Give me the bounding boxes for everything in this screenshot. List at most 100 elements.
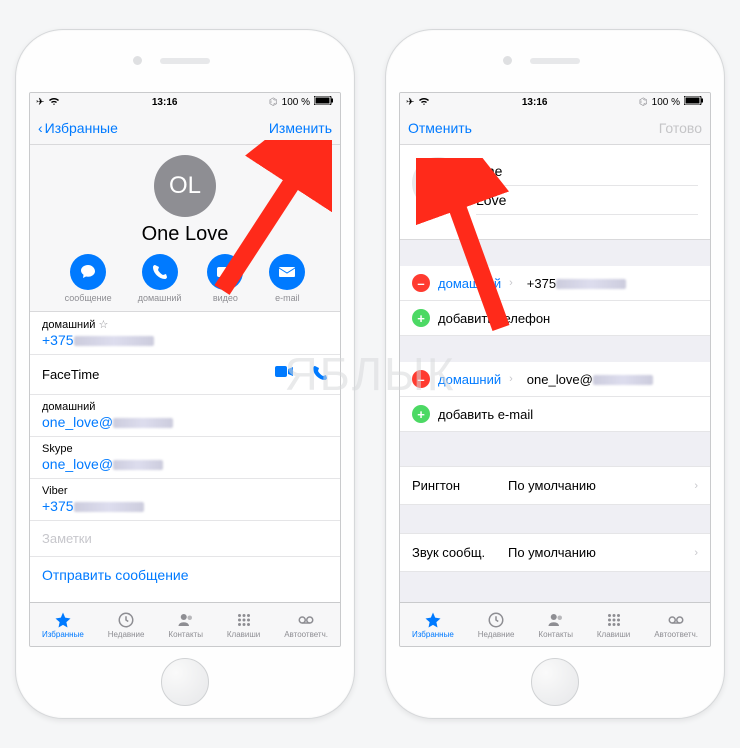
cell-label: Skype (42, 443, 328, 455)
action-call-label: домашний (138, 293, 182, 303)
chevron-left-icon: ‹ (38, 120, 43, 136)
phone-left: ✈ 13:16 ⌬ 100 % ‹ Избранные Изменить OL … (15, 29, 355, 719)
tab-keypad[interactable]: Клавиши (597, 611, 630, 639)
mail-icon (269, 254, 305, 290)
tab-contacts[interactable]: Контакты (168, 611, 203, 639)
tab-contacts[interactable]: Контакты (538, 611, 573, 639)
battery-text: 100 % (652, 97, 680, 108)
contact-name: One Love (30, 223, 340, 246)
remove-icon[interactable]: – (412, 370, 430, 388)
cancel-button[interactable]: Отменить (408, 120, 472, 136)
phone-right: ✈ 13:16 ⌬ 100 % Отменить Готово фото One … (385, 29, 725, 719)
cell-value: one_love@ (42, 456, 113, 472)
add-email-row[interactable]: + добавить e-mail (400, 397, 710, 432)
tab-favorites[interactable]: Избранные (412, 611, 454, 639)
edit-form: фото One Love – домашний › +375 + добави… (400, 145, 710, 602)
chevron-right-icon: › (509, 373, 513, 385)
airplane-icon: ✈ (36, 97, 44, 108)
tab-bar: Избранные Недавние Контакты Клавиши Авто… (30, 602, 340, 646)
done-button[interactable]: Готово (659, 120, 702, 136)
action-message-label: сообщение (65, 293, 112, 303)
skype-cell[interactable]: Skype one_love@ (30, 437, 340, 479)
battery-icon (684, 96, 704, 108)
edit-button[interactable]: Изменить (269, 120, 332, 136)
cell-label: домашний (42, 401, 328, 413)
tab-bar: Избранные Недавние Контакты Клавиши Авто… (400, 602, 710, 646)
video-icon[interactable] (274, 365, 294, 384)
facetime-cell[interactable]: FaceTime (30, 355, 340, 395)
text-tone-value: По умолчанию (508, 545, 688, 560)
clock: 13:16 (152, 97, 178, 108)
email-home-cell[interactable]: домашний one_love@ (30, 395, 340, 437)
cell-value: one_love@ (42, 414, 113, 430)
action-call[interactable]: домашний (138, 254, 182, 303)
add-phone-row[interactable]: + добавить телефон (400, 301, 710, 336)
tab-voicemail[interactable]: Автоответч. (284, 611, 328, 639)
chevron-right-icon: › (694, 480, 698, 492)
message-icon (70, 254, 106, 290)
bluetooth-icon: ⌬ (639, 97, 648, 108)
action-video[interactable]: видео (207, 254, 243, 303)
clock: 13:16 (522, 97, 548, 108)
chevron-right-icon: › (694, 547, 698, 559)
back-label: Избранные (45, 120, 118, 136)
ringtone-row[interactable]: Рингтон По умолчанию › (400, 466, 710, 505)
cell-value: +375 (42, 498, 74, 514)
send-message[interactable]: Отправить сообщение (30, 557, 340, 593)
notes-cell[interactable]: Заметки (30, 521, 340, 557)
cell-label: домашний (42, 319, 95, 331)
status-bar: ✈ 13:16 ⌬ 100 % (400, 93, 710, 111)
action-message[interactable]: сообщение (65, 254, 112, 303)
facetime-label: FaceTime (42, 367, 99, 382)
email-entry-row[interactable]: – домашний › one_love@ (400, 362, 710, 397)
screen-left: ✈ 13:16 ⌬ 100 % ‹ Избранные Изменить OL … (29, 92, 341, 647)
phone-home-cell[interactable]: домашний ☆ +375 (30, 312, 340, 355)
ringtone-label: Рингтон (412, 478, 502, 493)
avatar[interactable]: OL (154, 155, 216, 217)
airplane-icon: ✈ (406, 97, 414, 108)
nav-bar: ‹ Избранные Изменить (30, 111, 340, 145)
phone-icon[interactable] (312, 365, 328, 384)
tab-recents[interactable]: Недавние (108, 611, 145, 639)
action-email-label: e-mail (275, 293, 300, 303)
action-email[interactable]: e-mail (269, 254, 305, 303)
ringtone-value: По умолчанию (508, 478, 688, 493)
phone-value[interactable]: +375 (527, 276, 556, 291)
tab-recents[interactable]: Недавние (478, 611, 515, 639)
first-name-field[interactable]: One (476, 157, 698, 186)
text-tone-row[interactable]: Звук сообщ. По умолчанию › (400, 533, 710, 572)
tab-voicemail[interactable]: Автоответч. (654, 611, 698, 639)
add-email-label: добавить e-mail (438, 407, 533, 422)
chevron-right-icon: › (509, 277, 513, 289)
cell-value: +375 (42, 332, 74, 348)
viber-cell[interactable]: Viber +375 (30, 479, 340, 521)
screen-right: ✈ 13:16 ⌬ 100 % Отменить Готово фото One … (399, 92, 711, 647)
tab-favorites[interactable]: Избранные (42, 611, 84, 639)
remove-icon[interactable]: – (412, 274, 430, 292)
add-phone-label: добавить телефон (438, 311, 550, 326)
add-photo[interactable]: фото (412, 157, 464, 209)
home-button[interactable] (161, 658, 209, 706)
action-video-label: видео (213, 293, 238, 303)
back-button[interactable]: ‹ Избранные (38, 120, 118, 136)
nav-bar: Отменить Готово (400, 111, 710, 145)
wifi-icon (48, 96, 60, 109)
battery-text: 100 % (282, 97, 310, 108)
phone-icon (142, 254, 178, 290)
add-icon[interactable]: + (412, 405, 430, 423)
contact-card: OL One Love сообщение домашний видео (30, 145, 340, 602)
cell-label: Viber (42, 485, 328, 497)
wifi-icon (418, 96, 430, 109)
phone-entry-row[interactable]: – домашний › +375 (400, 266, 710, 301)
email-value[interactable]: one_love@ (527, 372, 593, 387)
company-apple-icon[interactable] (476, 215, 698, 227)
last-name-field[interactable]: Love (476, 186, 698, 215)
video-icon (207, 254, 243, 290)
battery-icon (314, 96, 334, 108)
text-tone-label: Звук сообщ. (412, 545, 502, 560)
add-icon[interactable]: + (412, 309, 430, 327)
email-type[interactable]: домашний (438, 372, 501, 387)
phone-type[interactable]: домашний (438, 276, 501, 291)
home-button[interactable] (531, 658, 579, 706)
tab-keypad[interactable]: Клавиши (227, 611, 260, 639)
